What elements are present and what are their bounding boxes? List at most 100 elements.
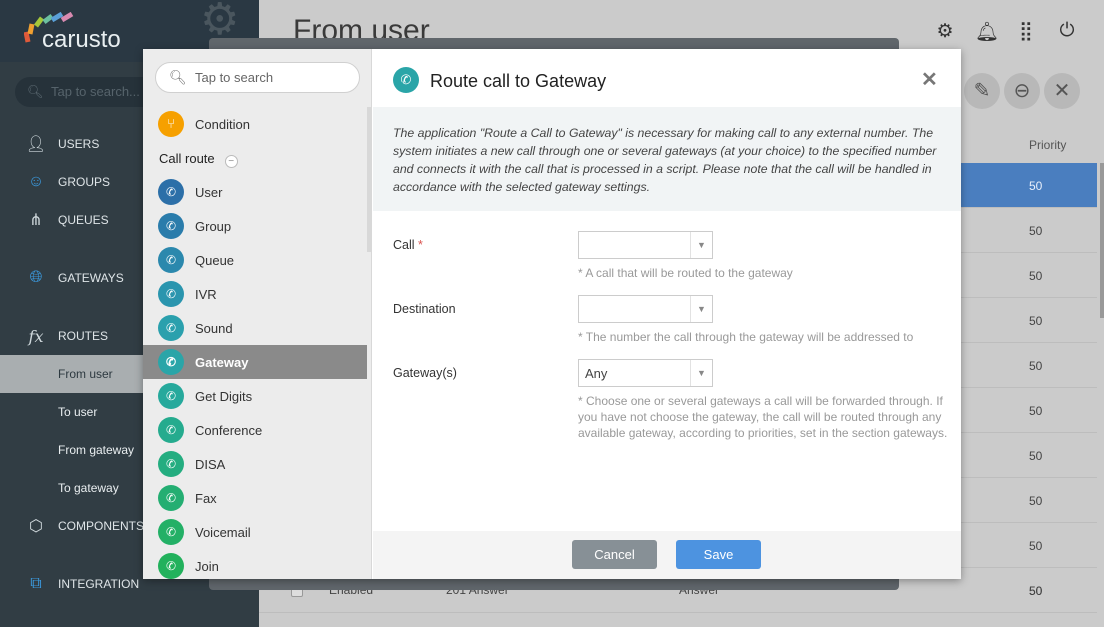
nav-label: USERS [58, 137, 100, 151]
group-call-route: Call route − [159, 151, 238, 168]
cancel-button[interactable]: Cancel [572, 540, 657, 569]
sound-call-icon: ✆ [158, 315, 184, 341]
queue-call-icon: ✆ [158, 247, 184, 273]
item-label: Queue [195, 252, 235, 268]
globe-icon: 🌐︎ [29, 269, 43, 286]
list-item-gateway[interactable]: ✆ Gateway [143, 345, 367, 379]
item-label: Conference [195, 422, 263, 438]
list-item-fax[interactable]: ✆ Fax [143, 481, 367, 515]
search-placeholder: Tap to search... [51, 84, 140, 99]
save-button[interactable]: Save [676, 540, 761, 569]
item-label: IVR [195, 286, 217, 302]
row-priority: 50 [1029, 179, 1043, 193]
user-call-icon: ✆ [158, 179, 184, 205]
list-item-queue[interactable]: ✆ Queue [143, 243, 367, 277]
gateways-hint: * Choose one or several gateways a call … [578, 394, 948, 440]
list-scrollbar[interactable] [367, 107, 371, 252]
conference-call-icon: ✆ [158, 417, 184, 443]
app-list-panel: 🔍︎ Tap to search ⑂ Condition Call route − ✆… [143, 49, 372, 579]
nav-label: COMPONENTS [58, 519, 145, 533]
user-icon: 👤︎ [25, 136, 47, 153]
call-label: Call * [393, 238, 423, 252]
ivr-call-icon: ✆ [158, 281, 184, 307]
item-label: Voicemail [195, 524, 251, 540]
item-label: Condition [195, 116, 250, 132]
condition-icon: ⑂ [158, 111, 184, 137]
call-select[interactable]: ▼ [578, 231, 713, 259]
group-label: Call route [159, 151, 215, 166]
destination-hint: * The number the call through the gatewa… [578, 330, 914, 344]
label-text: Call [393, 238, 415, 252]
priority-column-header[interactable]: Priority [1029, 138, 1066, 152]
item-label: Group [195, 218, 232, 234]
list-item-conference[interactable]: ✆ Conference [143, 413, 367, 447]
destination-select[interactable]: ▼ [578, 295, 713, 323]
groups-icon: ☺ [27, 173, 45, 190]
bell-icon[interactable]: 🔔︎ [975, 20, 999, 43]
group-call-icon: ✆ [158, 213, 184, 239]
row-priority: 50 [1029, 224, 1043, 238]
app-search-input[interactable]: 🔍︎ Tap to search [155, 62, 360, 93]
close-icon[interactable]: ✕ [921, 67, 938, 92]
settings-icon[interactable]: ⚙ [934, 20, 956, 42]
chevron-down-icon: ▼ [690, 232, 712, 258]
nav-label: GROUPS [58, 175, 111, 189]
list-item-condition[interactable]: ⑂ Condition [143, 107, 367, 141]
get-digits-call-icon: ✆ [158, 383, 184, 409]
gateways-select[interactable]: Any ▼ [578, 359, 713, 387]
chevron-down-icon: ▼ [690, 360, 712, 386]
gateways-label: Gateway(s) [393, 366, 457, 380]
list-item-voicemail[interactable]: ✆ Voicemail [143, 515, 367, 549]
collapse-icon[interactable]: − [224, 155, 238, 168]
disable-button[interactable]: ⊖ [1004, 73, 1040, 109]
list-item-get-digits[interactable]: ✆ Get Digits [143, 379, 367, 413]
power-icon[interactable]: ⏻ [1056, 20, 1078, 42]
list-item-sound[interactable]: ✆ Sound [143, 311, 367, 345]
destination-label: Destination [393, 302, 456, 316]
dialog-title: Route call to Gateway [430, 71, 607, 91]
list-item-disa[interactable]: ✆ DISA [143, 447, 367, 481]
integration-icon: ⧉ [30, 575, 42, 592]
list-item-join[interactable]: ✆ Join [143, 549, 367, 579]
nav-label: ROUTES [58, 329, 109, 343]
voicemail-call-icon: ✆ [158, 519, 184, 545]
row-priority: 50 [1029, 539, 1043, 553]
nav-label: INTEGRATION [58, 577, 140, 591]
row-priority: 50 [1029, 314, 1043, 328]
fx-icon: fx [28, 326, 44, 346]
required-mark: * [418, 238, 423, 252]
gateway-call-icon: ✆ [393, 67, 419, 93]
list-item-group[interactable]: ✆ Group [143, 209, 367, 243]
item-label: Sound [195, 320, 233, 336]
app-settings-panel: ✆ Route call to Gateway ✕ The applicatio… [373, 49, 961, 579]
nav-label: GATEWAYS [58, 271, 124, 285]
list-item-ivr[interactable]: ✆ IVR [143, 277, 367, 311]
join-call-icon: ✆ [158, 553, 184, 579]
table-scrollbar[interactable] [1100, 163, 1104, 318]
item-label: Join [195, 558, 219, 574]
row-priority: 50 [1029, 359, 1043, 373]
edit-button[interactable]: ✎ [964, 73, 1000, 109]
row-priority: 50 [1029, 449, 1043, 463]
delete-button[interactable]: ✕ [1044, 73, 1080, 109]
row-priority: 50 [1029, 269, 1043, 283]
item-label: Gateway [195, 354, 249, 370]
disa-call-icon: ✆ [158, 451, 184, 477]
item-label: DISA [195, 456, 226, 472]
search-icon: 🔍︎ [169, 69, 187, 85]
search-icon: 🔍︎ [27, 84, 44, 99]
search-placeholder: Tap to search [195, 70, 274, 85]
select-value: Any [585, 366, 608, 381]
item-label: Get Digits [195, 388, 253, 404]
dialog-header: ✆ Route call to Gateway ✕ [373, 49, 961, 107]
queues-icon: ⋔ [29, 212, 43, 229]
logo-text: carusto [42, 26, 121, 53]
apps-grid-icon[interactable]: ⣿ [1015, 20, 1037, 42]
list-item-user[interactable]: ✆ User [143, 175, 367, 209]
route-call-dialog: 🔍︎ Tap to search ⑂ Condition Call route − ✆… [143, 49, 961, 579]
gear-icon: ⚙ [200, 0, 240, 44]
dialog-description: The application "Route a Call to Gateway… [373, 107, 961, 211]
row-priority: 50 [1029, 584, 1043, 598]
cube-icon: ⬡ [29, 518, 43, 535]
call-hint: * A call that will be routed to the gate… [578, 266, 793, 280]
